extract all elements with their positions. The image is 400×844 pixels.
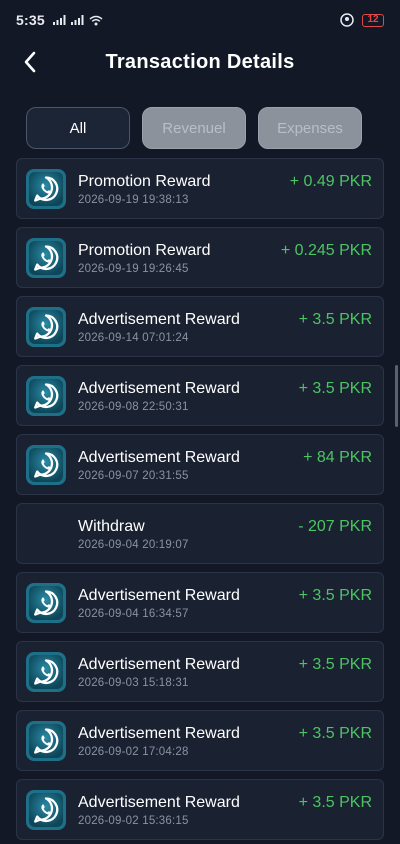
transaction-amount: + 0.49 PKR: [289, 173, 372, 190]
transaction-date: 2026-09-14 07:01:24: [78, 332, 189, 344]
transaction-info: Advertisement Reward 2026-09-07 20:31:55: [78, 449, 240, 482]
whatsapp-icon: [26, 169, 66, 209]
battery-indicator: 12: [362, 13, 384, 27]
transaction-date: 2026-09-19 19:38:13: [78, 194, 189, 206]
transaction-amount: + 3.5 PKR: [298, 794, 372, 811]
transaction-amount: + 3.5 PKR: [298, 380, 372, 397]
whatsapp-icon: [26, 238, 66, 278]
transaction-row[interactable]: Advertisement Reward 2026-09-14 07:01:24…: [16, 296, 384, 357]
transaction-date: 2026-09-19 19:26:45: [78, 263, 189, 275]
transaction-amount: + 0.245 PKR: [280, 242, 372, 259]
signal-icon: [52, 15, 66, 25]
transaction-amount: - 207 PKR: [298, 518, 372, 535]
whatsapp-icon: [26, 583, 66, 623]
transaction-name: Advertisement Reward: [78, 794, 240, 811]
transaction-date: 2026-09-04 20:19:07: [78, 539, 189, 551]
whatsapp-icon: [26, 445, 66, 485]
transaction-name: Withdraw: [78, 518, 145, 535]
signal-icon: [70, 15, 84, 25]
transaction-list: Promotion Reward 2026-09-19 19:38:13 + 0…: [16, 158, 384, 840]
transaction-name: Advertisement Reward: [78, 656, 240, 673]
tab-expenses[interactable]: Expenses: [258, 107, 362, 149]
transaction-name: Advertisement Reward: [78, 725, 240, 742]
transaction-name: Promotion Reward: [78, 173, 211, 190]
status-time: 5:35: [16, 12, 45, 28]
transaction-date: 2026-09-02 17:04:28: [78, 746, 189, 758]
transaction-row[interactable]: Advertisement Reward 2026-09-04 16:34:57…: [16, 572, 384, 633]
transaction-row[interactable]: Advertisement Reward 2026-09-02 15:36:15…: [16, 779, 384, 840]
transaction-info: Promotion Reward 2026-09-19 19:38:13: [78, 173, 211, 206]
chevron-left-icon: [24, 51, 36, 73]
transaction-date: 2026-09-02 15:36:15: [78, 815, 189, 827]
transaction-amount: + 84 PKR: [303, 449, 372, 466]
transaction-date: 2026-09-04 16:34:57: [78, 608, 189, 620]
tab-revenue[interactable]: Revenuel: [142, 107, 246, 149]
transaction-name: Advertisement Reward: [78, 587, 240, 604]
transaction-info: Advertisement Reward 2026-09-14 07:01:24: [78, 311, 240, 344]
transaction-row[interactable]: Advertisement Reward 2026-09-07 20:31:55…: [16, 434, 384, 495]
transaction-amount: + 3.5 PKR: [298, 725, 372, 742]
page-header: Transaction Details: [0, 40, 400, 84]
transaction-name: Advertisement Reward: [78, 380, 240, 397]
page-title: Transaction Details: [105, 50, 295, 73]
transaction-row[interactable]: Withdraw 2026-09-04 20:19:07 - 207 PKR: [16, 503, 384, 564]
back-button[interactable]: [12, 44, 48, 80]
transaction-info: Promotion Reward 2026-09-19 19:26:45: [78, 242, 211, 275]
whatsapp-icon: [26, 376, 66, 416]
transaction-info: Advertisement Reward 2026-09-08 22:50:31: [78, 380, 240, 413]
wifi-icon: [89, 15, 103, 25]
transaction-row[interactable]: Advertisement Reward 2026-09-02 17:04:28…: [16, 710, 384, 771]
transaction-row[interactable]: Promotion Reward 2026-09-19 19:38:13 + 0…: [16, 158, 384, 219]
transaction-row[interactable]: Advertisement Reward 2026-09-08 22:50:31…: [16, 365, 384, 426]
whatsapp-icon: [26, 652, 66, 692]
whatsapp-icon: [26, 307, 66, 347]
transaction-row[interactable]: Advertisement Reward 2026-09-03 15:18:31…: [16, 641, 384, 702]
whatsapp-icon: [26, 721, 66, 761]
scrollbar[interactable]: [395, 365, 398, 427]
transaction-amount: + 3.5 PKR: [298, 587, 372, 604]
transaction-date: 2026-09-07 20:31:55: [78, 470, 189, 482]
transaction-info: Withdraw 2026-09-04 20:19:07: [78, 518, 189, 551]
transaction-date: 2026-09-08 22:50:31: [78, 401, 189, 413]
transaction-info: Advertisement Reward 2026-09-02 17:04:28: [78, 725, 240, 758]
transaction-info: Advertisement Reward 2026-09-02 15:36:15: [78, 794, 240, 827]
notification-icon: [340, 13, 354, 27]
transaction-info: Advertisement Reward 2026-09-04 16:34:57: [78, 587, 240, 620]
status-bar: 5:35 12: [0, 0, 400, 40]
tab-all[interactable]: All: [26, 107, 130, 149]
transaction-info: Advertisement Reward 2026-09-03 15:18:31: [78, 656, 240, 689]
transaction-name: Promotion Reward: [78, 242, 211, 259]
transaction-name: Advertisement Reward: [78, 449, 240, 466]
transaction-amount: + 3.5 PKR: [298, 311, 372, 328]
transaction-amount: + 3.5 PKR: [298, 656, 372, 673]
whatsapp-icon: [26, 790, 66, 830]
transaction-name: Advertisement Reward: [78, 311, 240, 328]
transaction-date: 2026-09-03 15:18:31: [78, 677, 189, 689]
filter-tabs: All Revenuel Expenses: [26, 107, 374, 149]
transaction-row[interactable]: Promotion Reward 2026-09-19 19:26:45 + 0…: [16, 227, 384, 288]
